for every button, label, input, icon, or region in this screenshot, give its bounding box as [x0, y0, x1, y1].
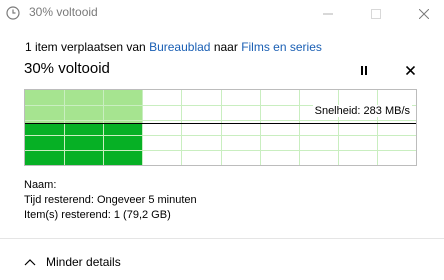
operation-prefix: 1 item verplaatsen van — [25, 40, 146, 54]
window-title: 30% voltooid — [29, 5, 98, 19]
items-remaining-label: Item(s) resterend: — [24, 209, 111, 221]
clock-icon — [6, 6, 20, 20]
details-panel: Naam: Tijd resterend: Ongeveer 5 minuten… — [24, 178, 197, 223]
transfer-speed-graph: Snelheid: 283 MB/s — [24, 89, 417, 166]
name-label: Naam: — [24, 179, 57, 191]
items-remaining-value: 1 (79,2 GB) — [113, 209, 171, 221]
time-remaining-value: Ongeveer 5 minuten — [96, 194, 197, 206]
progress-fill-dark — [25, 123, 142, 165]
minimize-button[interactable] — [308, 0, 348, 27]
minimize-icon — [323, 13, 333, 14]
pause-icon — [361, 65, 367, 75]
close-window-button[interactable] — [404, 0, 444, 27]
pause-button[interactable] — [356, 62, 372, 78]
close-icon — [405, 65, 415, 75]
maximize-button[interactable] — [356, 0, 396, 27]
chevron-up-icon — [24, 259, 36, 266]
source-link[interactable]: Bureaublad — [149, 40, 210, 54]
speed-label: Snelheid: 283 MB/s — [312, 105, 412, 117]
progress-fill-light — [25, 90, 142, 123]
items-remaining-row: Item(s) resterend: 1 (79,2 GB) — [24, 208, 197, 223]
footer-divider — [0, 238, 444, 239]
cancel-button[interactable] — [402, 62, 418, 78]
title-bar: 30% voltooid — [0, 0, 444, 27]
less-details-toggle[interactable]: Minder details — [24, 255, 121, 269]
time-remaining-row: Tijd resterend: Ongeveer 5 minuten — [24, 193, 197, 208]
less-details-label: Minder details — [46, 255, 121, 269]
operation-middle: naar — [213, 40, 238, 54]
operation-description: 1 item verplaatsen van Bureaublad naar F… — [25, 40, 322, 54]
destination-link[interactable]: Films en series — [241, 40, 322, 54]
maximize-icon — [371, 8, 381, 19]
progress-heading: 30% voltooid — [24, 60, 110, 77]
time-remaining-label: Tijd resterend: — [24, 194, 94, 206]
name-row: Naam: — [24, 178, 197, 193]
close-window-icon — [419, 8, 429, 19]
